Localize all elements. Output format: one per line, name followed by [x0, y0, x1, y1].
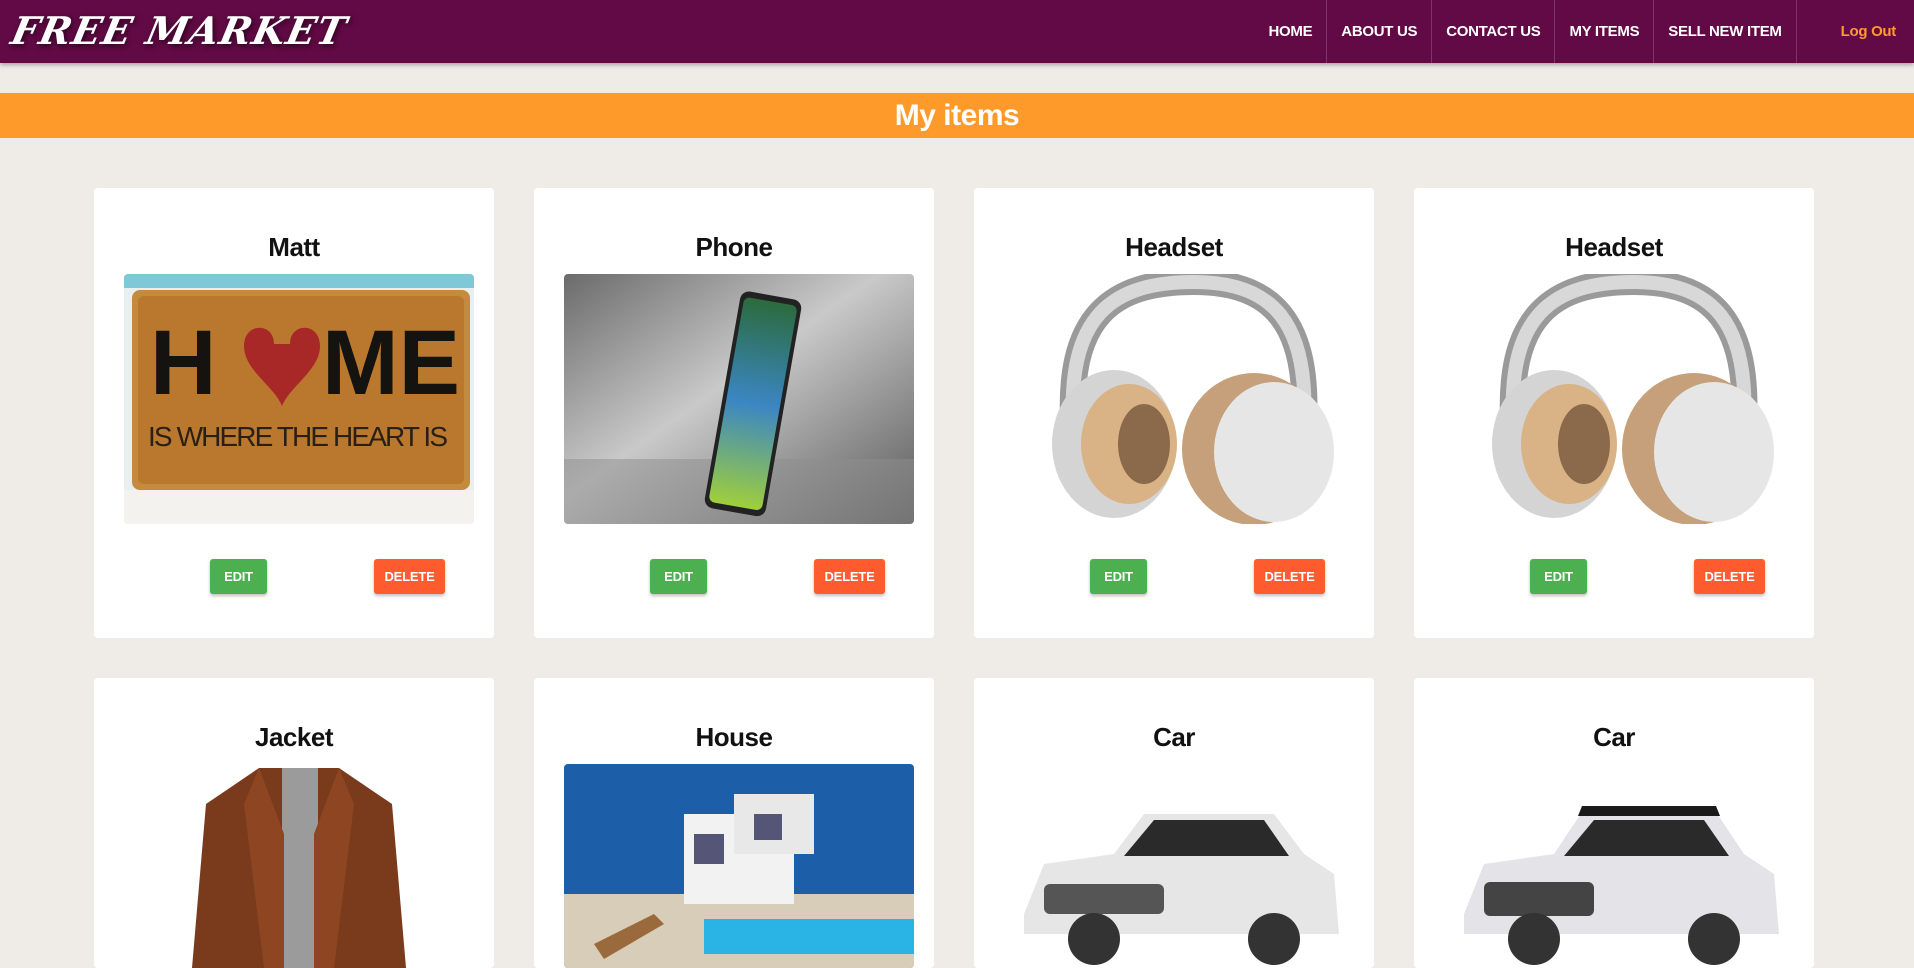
item-image-doormat[interactable]: H ME IS WHERE THE HEART IS [124, 274, 474, 524]
item-image-headset[interactable] [1444, 274, 1794, 524]
nav-contact-us[interactable]: CONTACT US [1432, 0, 1556, 63]
edit-button[interactable]: EDIT [1530, 559, 1587, 594]
item-image-headset[interactable] [1004, 274, 1354, 524]
item-card: Headset EDIT DELETE [1414, 188, 1814, 638]
nav-links: HOME ABOUT US CONTACT US MY ITEMS SELL N… [1254, 0, 1914, 63]
item-card: Car [1414, 678, 1814, 968]
page-title: My items [0, 93, 1914, 138]
item-card: Headset EDIT DELETE [974, 188, 1374, 638]
edit-button[interactable]: EDIT [1090, 559, 1147, 594]
delete-button[interactable]: DELETE [374, 559, 445, 594]
logout-link[interactable]: Log Out [1795, 0, 1914, 63]
nav-about-us[interactable]: ABOUT US [1327, 0, 1433, 63]
nav-home[interactable]: HOME [1254, 0, 1328, 63]
top-navbar: FREE MARKET HOME ABOUT US CONTACT US MY … [0, 0, 1914, 63]
delete-button[interactable]: DELETE [814, 559, 885, 594]
item-image-house[interactable] [564, 764, 914, 968]
item-title: Jacket [255, 722, 333, 752]
item-title: Headset [1565, 232, 1663, 262]
item-title: Car [1153, 722, 1195, 752]
item-image-car[interactable] [1444, 764, 1794, 968]
item-card: Jacket [94, 678, 494, 968]
item-title: Car [1593, 722, 1635, 752]
delete-button[interactable]: DELETE [1254, 559, 1325, 594]
item-title: Phone [695, 232, 773, 262]
item-image-car[interactable] [1004, 764, 1354, 968]
edit-button[interactable]: EDIT [650, 559, 707, 594]
item-card: Car [974, 678, 1374, 968]
item-card: Matt H ME IS WHERE THE HEART IS EDIT DEL… [94, 188, 494, 638]
nav-sell-new-item[interactable]: SELL NEW ITEM [1654, 0, 1795, 63]
item-card: Phone EDIT DELETE [534, 188, 934, 638]
delete-button[interactable]: DELETE [1694, 559, 1765, 594]
item-title: House [695, 722, 773, 752]
svg-text:ME: ME [322, 312, 460, 414]
nav-my-items[interactable]: MY ITEMS [1555, 0, 1655, 63]
item-card: House [534, 678, 934, 968]
svg-text:H: H [150, 312, 216, 414]
item-image-jacket[interactable] [124, 764, 474, 968]
edit-button[interactable]: EDIT [210, 559, 267, 594]
item-title: Matt [268, 232, 320, 262]
item-title: Headset [1125, 232, 1223, 262]
item-image-phone[interactable] [564, 274, 914, 524]
svg-text:IS WHERE THE HEART IS: IS WHERE THE HEART IS [148, 421, 448, 452]
site-logo[interactable]: FREE MARKET [7, 8, 351, 54]
